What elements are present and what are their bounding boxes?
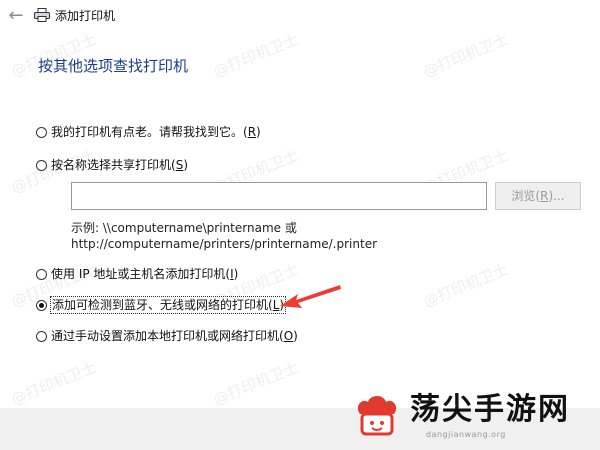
option-label: 按名称选择共享打印机(S)	[51, 158, 189, 172]
radio-button[interactable]	[36, 126, 47, 138]
option-old-printer[interactable]: 我的打印机有点老。请帮我找到它。(R)	[36, 123, 261, 141]
radio-button[interactable]	[36, 159, 47, 171]
browse-button[interactable]: 浏览(R)...	[495, 182, 581, 210]
option-label: 我的打印机有点老。请帮我找到它。(R)	[51, 125, 261, 139]
page-heading: 按其他选项查找打印机	[38, 57, 189, 75]
option-bluetooth-wireless-network[interactable]: 添加可检测到蓝牙、无线或网络的打印机(L)	[36, 296, 287, 314]
watermark: @打印机卫士	[420, 260, 511, 311]
shared-printer-name-input[interactable]	[71, 182, 487, 210]
option-shared-printer-by-name[interactable]: 按名称选择共享打印机(S)	[36, 156, 188, 174]
example-line-1: 示例: \\computername\printername 或	[71, 221, 297, 235]
option-manual-local-or-network[interactable]: 通过手动设置添加本地打印机或网络打印机(O)	[36, 327, 298, 345]
watermark: @打印机卫士	[8, 358, 99, 409]
title-bar: ← 添加打印机	[0, 0, 600, 32]
radio-button[interactable]	[36, 330, 47, 342]
watermark: @打印机卫士	[210, 30, 301, 81]
back-arrow-icon[interactable]: ←	[6, 6, 26, 26]
watermark: @打印机卫士	[210, 358, 301, 409]
red-arrow-icon	[280, 285, 341, 308]
example-line-2: http://computername/printers/printername…	[71, 237, 378, 251]
logo-url: dangjianwang.org	[426, 430, 506, 439]
logo-name: 荡尖手游网	[410, 392, 570, 427]
radio-button-selected[interactable]	[36, 299, 47, 311]
option-label: 添加可检测到蓝牙、无线或网络的打印机(L)	[49, 296, 287, 314]
window-title: 添加打印机	[55, 9, 116, 23]
option-label: 通过手动设置添加本地打印机或网络打印机(O)	[51, 329, 298, 343]
printer-icon	[34, 8, 50, 22]
site-logo: 荡尖手游网 dangjianwang.org	[346, 382, 600, 450]
radio-button[interactable]	[36, 268, 47, 280]
option-label: 使用 IP 地址或主机名添加打印机(I)	[51, 267, 239, 281]
chef-logo-icon	[357, 396, 397, 436]
watermark: @打印机卫士	[420, 30, 511, 81]
option-ip-or-hostname[interactable]: 使用 IP 地址或主机名添加打印机(I)	[36, 265, 238, 283]
